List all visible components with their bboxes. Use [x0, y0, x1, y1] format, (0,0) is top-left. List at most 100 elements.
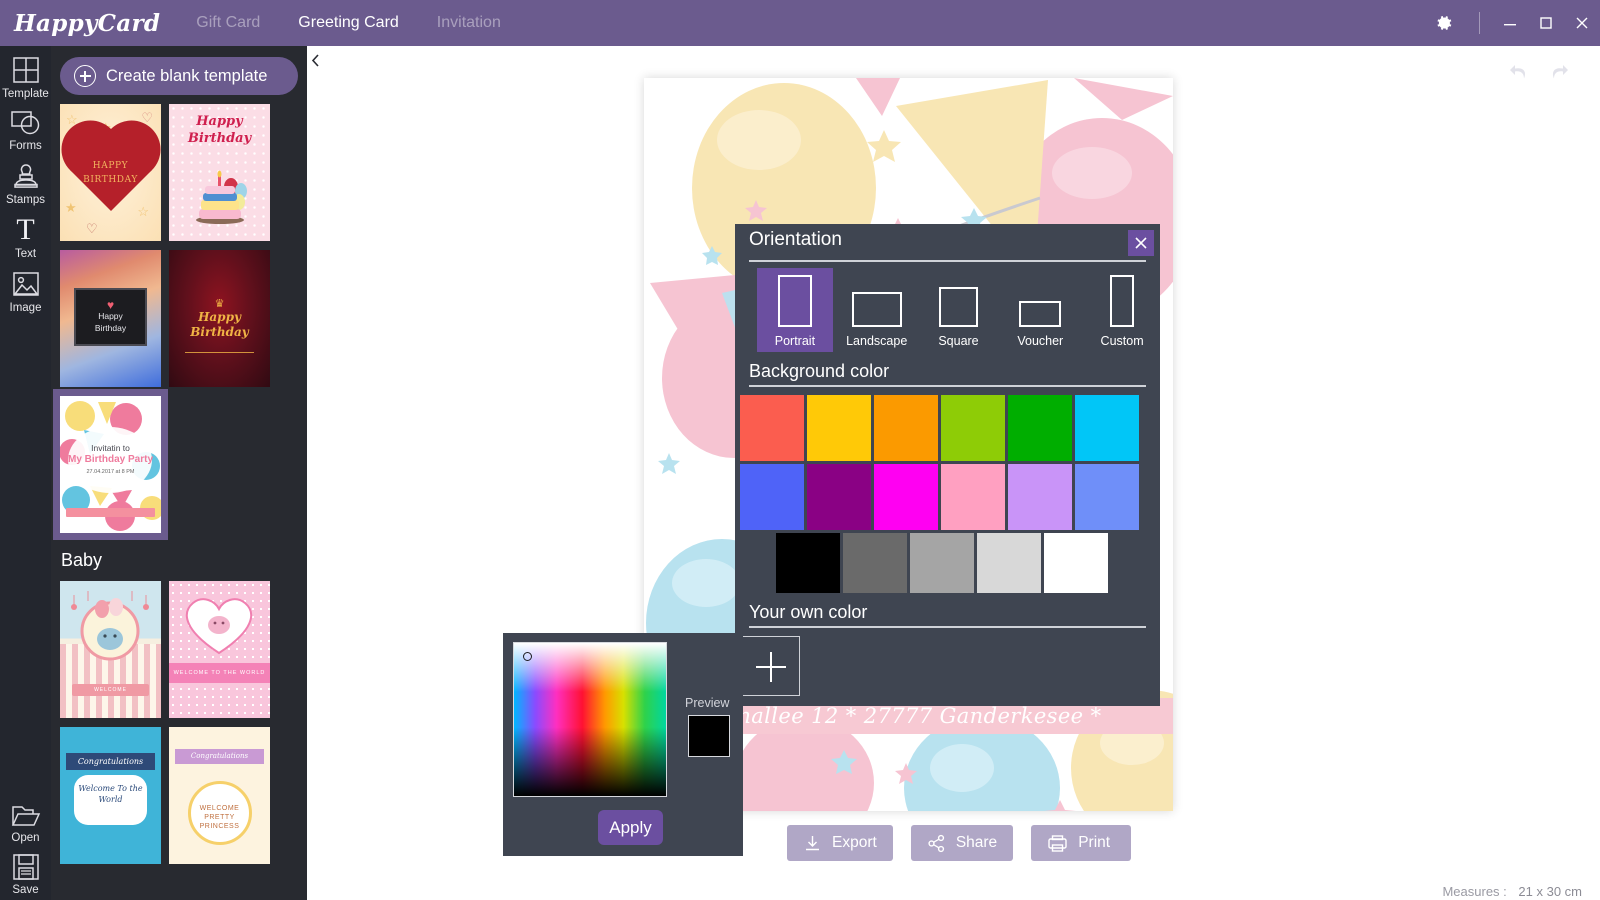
create-blank-template-button[interactable]: Create blank template [60, 57, 298, 95]
template-thumb-baby-elephant-blue[interactable]: WELCOME [60, 581, 161, 718]
sidebar-item-label: Image [9, 302, 42, 314]
sidebar-item-label: Save [12, 884, 39, 896]
swatch-light-blue[interactable] [1075, 464, 1139, 530]
template-thumb-caption2: Welcome To the World [74, 775, 147, 825]
swatch-white[interactable] [1044, 533, 1108, 593]
measures-value: 21 x 30 cm [1518, 884, 1582, 899]
custom-shape-icon [1110, 275, 1135, 327]
collapse-panel-button[interactable] [307, 46, 323, 74]
swatch-black[interactable] [776, 533, 840, 593]
tab-greeting-card[interactable]: Greeting Card [296, 10, 401, 36]
landscape-shape-icon [851, 292, 902, 327]
divider [185, 352, 254, 353]
orientation-option-portrait[interactable]: Portrait [757, 268, 833, 352]
template-thumb-baby-elephant-pink[interactable]: WELCOME TO THE WORLD [169, 581, 270, 718]
sidebar-item-stamps[interactable]: Stamps [0, 152, 51, 206]
minimize-button[interactable] [1492, 0, 1528, 46]
sidebar-item-save[interactable]: Save [0, 844, 51, 896]
redo-icon [1553, 65, 1568, 79]
sidebar-item-label: Forms [9, 140, 42, 152]
sidebar-item-image[interactable]: Image [0, 260, 51, 314]
orientation-option-voucher[interactable]: Voucher [1002, 268, 1078, 352]
template-panel: Create blank template ☆ ★ ♡ HAPPYBIRTHDA… [51, 46, 307, 900]
text-icon: T [16, 213, 35, 246]
stamp-icon [13, 164, 38, 188]
swatch-purple[interactable] [807, 464, 871, 530]
swatch-green[interactable] [1008, 395, 1072, 461]
sidebar-item-forms[interactable]: Forms [0, 100, 51, 152]
sidebar-item-label: Open [11, 832, 40, 844]
template-thumb-caption: WELCOME TO THE WORLD [169, 663, 270, 684]
orientation-options: Portrait Landscape Square Voucher Custom [735, 262, 1160, 352]
sidebar-item-open[interactable]: Open [0, 794, 51, 844]
cake-icon [195, 170, 247, 224]
template-thumb-caption2: WELCOME PRETTY PRINCESS [187, 781, 252, 845]
swatch-lime[interactable] [941, 395, 1005, 461]
app-logo: HappyCard [14, 9, 161, 37]
create-blank-template-label: Create blank template [106, 66, 268, 85]
sidebar-item-text[interactable]: T Text [0, 206, 51, 261]
share-label: Share [955, 834, 998, 851]
orientation-option-landscape[interactable]: Landscape [839, 268, 915, 352]
apply-button[interactable]: Apply [598, 810, 663, 845]
maximize-icon [1540, 17, 1552, 29]
settings-button[interactable] [1421, 0, 1467, 46]
maximize-button[interactable] [1528, 0, 1564, 46]
shapes-icon [10, 111, 39, 135]
swatch-orange[interactable] [874, 395, 938, 461]
close-icon [1576, 17, 1588, 29]
voucher-shape-icon [1019, 301, 1062, 327]
swatch-violet[interactable] [1008, 464, 1072, 530]
tab-gift-card[interactable]: Gift Card [194, 10, 262, 36]
template-thumb-birthday-invitation[interactable]: Invitatin to My Birthday Party 27.04.201… [53, 389, 168, 540]
swatch-cyan[interactable] [1075, 395, 1139, 461]
orientation-label: Landscape [846, 334, 908, 348]
template-thumb-caption: Happy Birthday [187, 114, 252, 146]
template-thumb-dark-ornate[interactable]: Happy Birthday ♛ [169, 250, 270, 387]
template-row: ☆ ★ ♡ HAPPYBIRTHDAY ★ ☆ ♡ HappyBirthday [60, 104, 298, 241]
close-icon [1135, 237, 1147, 249]
template-thumb-gradient[interactable]: ♥ Happy Birthday [60, 250, 161, 387]
swatch-dark-gray[interactable] [843, 533, 907, 593]
template-thumb-pink-cake[interactable]: Happy Birthday [169, 104, 270, 241]
color-gradient-field[interactable] [513, 642, 667, 797]
close-button[interactable] [1564, 0, 1600, 46]
swatch-gray[interactable] [910, 533, 974, 593]
template-list: ☆ ★ ♡ HAPPYBIRTHDAY ★ ☆ ♡ HappyBirthday [53, 104, 298, 873]
square-shape-icon [938, 287, 978, 327]
redo-button[interactable] [1548, 62, 1570, 87]
add-custom-color-button[interactable] [740, 636, 800, 696]
print-button[interactable]: Print [1031, 825, 1132, 861]
baby-elephant-artwork [71, 591, 149, 661]
template-thumb-caption: WELCOME [72, 684, 149, 696]
orientation-option-custom[interactable]: Custom [1084, 268, 1160, 352]
picker-cursor-icon[interactable] [523, 652, 532, 661]
swatch-pink[interactable] [941, 464, 1005, 530]
swatch-red[interactable] [740, 395, 804, 461]
share-button[interactable]: Share [910, 825, 1014, 861]
undo-button[interactable] [1508, 62, 1530, 87]
template-thumb-caption: ♥ Happy Birthday [74, 288, 147, 346]
printer-icon [1048, 834, 1067, 852]
sidebar-item-template[interactable]: Template [0, 46, 51, 100]
swatch-magenta[interactable] [874, 464, 938, 530]
template-thumb-baby-congrats-cream[interactable]: Congratulations WELCOME PRETTY PRINCESS [169, 727, 270, 864]
export-label: Export [832, 834, 877, 851]
divider [749, 626, 1146, 628]
template-row: ♥ Happy Birthday Happy Birthday ♛ [60, 250, 298, 387]
dialog-close-button[interactable] [1128, 230, 1154, 256]
template-thumb-heart-happy-birthday[interactable]: ☆ ★ ♡ HAPPYBIRTHDAY ★ ☆ ♡ [60, 104, 161, 241]
sidebar-item-label: Stamps [6, 194, 45, 206]
swatch-yellow[interactable] [807, 395, 871, 461]
orientation-label: Voucher [1017, 334, 1064, 348]
orientation-label: Square [938, 334, 979, 348]
tab-invitation[interactable]: Invitation [435, 10, 503, 36]
swatch-blue[interactable] [740, 464, 804, 530]
control-separator [1479, 12, 1480, 34]
orientation-option-square[interactable]: Square [921, 268, 997, 352]
export-button[interactable]: Export [787, 825, 893, 861]
swatch-light-gray[interactable] [977, 533, 1041, 593]
template-thumb-banner [66, 508, 155, 517]
template-thumb-baby-congrats-blue[interactable]: Congratulations Welcome To the World [60, 727, 161, 864]
grid-icon [12, 57, 39, 83]
